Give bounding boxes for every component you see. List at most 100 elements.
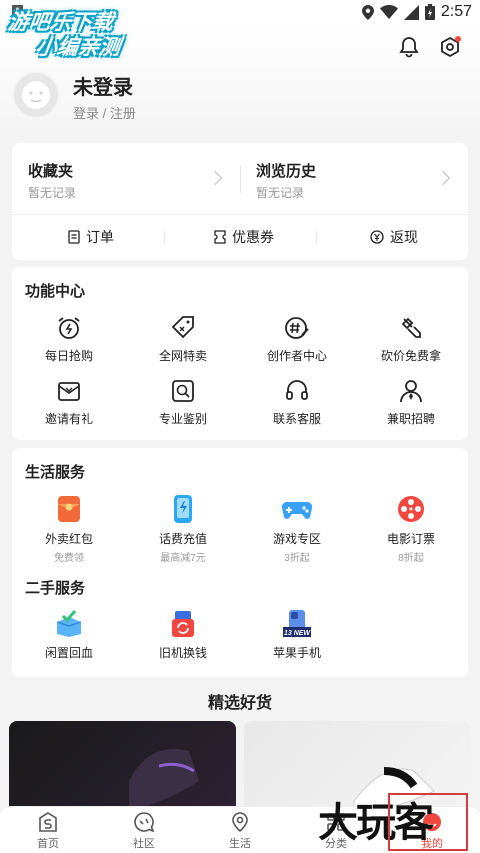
grid-item-label: 电影订票 xyxy=(386,532,435,546)
grid-item-label: 旧机换钱 xyxy=(158,646,207,660)
axe-hand-icon xyxy=(401,317,421,338)
alarm-clock-icon xyxy=(58,317,80,339)
headset-icon xyxy=(286,380,308,400)
movie-tickets[interactable]: 电影订票 8折起 xyxy=(354,494,468,564)
apple-phones[interactable]: 13 NEW 苹果手机 xyxy=(240,610,354,661)
tab-life[interactable]: 生活 xyxy=(192,811,288,851)
bargain-free[interactable]: 砍价免费拿 xyxy=(354,315,468,364)
signal-icon xyxy=(403,4,419,20)
battery-icon xyxy=(424,4,435,20)
chat-bubble-icon xyxy=(134,812,155,833)
login-status-title[interactable]: 未登录 xyxy=(73,71,133,100)
grid-item-label: 兼职招聘 xyxy=(386,412,435,426)
second-hand-title: 二手服务 xyxy=(25,580,86,597)
favorites-title: 收藏夹 xyxy=(28,163,74,180)
orders-link[interactable]: 订单 xyxy=(68,227,114,247)
magnifier-box-icon xyxy=(172,380,194,402)
favorites-sub: 暂无记录 xyxy=(28,186,77,200)
phone-swap-icon xyxy=(172,611,194,637)
tab-label: 生活 xyxy=(229,838,251,850)
grid-item-label: 苹果手机 xyxy=(272,646,321,660)
grid-item-label: 联系客服 xyxy=(272,412,321,426)
bell-icon[interactable] xyxy=(398,36,420,58)
phone-bolt-icon xyxy=(174,495,192,523)
history-title: 浏览历史 xyxy=(256,163,317,180)
grid-item-sub: 最高减7元 xyxy=(160,553,206,564)
clock: 2:57 xyxy=(440,3,472,20)
avatar[interactable] xyxy=(12,71,60,119)
tab-label: 社区 xyxy=(133,838,155,850)
iphone-icon: 13 NEW xyxy=(283,610,311,637)
user-tie-icon xyxy=(400,380,422,403)
watermark-line-1: 游吧乐下载 xyxy=(6,11,115,34)
red-packet-icon xyxy=(58,496,80,522)
grid-item-sub: 免费领 xyxy=(54,553,84,564)
contact-service[interactable]: 联系客服 xyxy=(240,378,354,427)
overlay-logo-frame xyxy=(388,793,468,851)
network-sale[interactable]: 全网特卖 xyxy=(126,315,240,364)
settings-dot-badge xyxy=(455,36,461,42)
ticket-icon xyxy=(214,230,226,244)
film-reel-icon xyxy=(398,496,424,522)
function-center-title: 功能中心 xyxy=(25,283,86,300)
daily-flash-sale[interactable]: 每日抢购 xyxy=(12,315,126,364)
part-time-jobs[interactable]: 兼职招聘 xyxy=(354,378,468,427)
coupons-label: 优惠券 xyxy=(232,229,274,245)
wifi-icon xyxy=(379,5,398,19)
pro-authentication[interactable]: 专业鉴别 xyxy=(126,378,240,427)
chevron-right-icon xyxy=(435,170,451,186)
grid-item-label: 创作者中心 xyxy=(266,349,327,363)
price-tag-icon xyxy=(171,316,194,339)
life-services-card: 生活服务 外卖红包 免费领 话费充值 最高减7元 游戏专区 3折起 电影订票 8… xyxy=(12,448,468,677)
phone-recharge[interactable]: 话费充值 最高减7元 xyxy=(126,494,240,564)
creator-center[interactable]: 创作者中心 xyxy=(240,315,354,364)
location-pin-icon xyxy=(232,812,248,833)
login-register-link[interactable]: 登录 / 注册 xyxy=(73,103,136,122)
tab-home[interactable]: 首页 xyxy=(0,811,96,851)
invite-gift[interactable]: 邀请有礼 xyxy=(12,378,126,427)
hashtag-pen-icon xyxy=(285,317,309,339)
grid-item-label: 专业鉴别 xyxy=(158,412,207,426)
settings-icon[interactable] xyxy=(439,36,461,58)
grid-item-label: 每日抢购 xyxy=(44,349,93,363)
divider xyxy=(316,231,317,245)
monkey-face-icon xyxy=(22,81,50,109)
grid-item-label: 邀请有礼 xyxy=(44,412,93,426)
grid-item-label: 外卖红包 xyxy=(44,532,93,546)
divider xyxy=(240,165,241,193)
tab-community[interactable]: 社区 xyxy=(96,811,192,851)
watermark-line-2: 小编亲测 xyxy=(34,36,122,59)
grid-item-label: 全网特卖 xyxy=(158,349,207,363)
cashback-label: 返现 xyxy=(390,229,418,245)
divider xyxy=(164,231,165,245)
collections-card: 收藏夹 暂无记录 浏览历史 暂无记录 订单 优惠券 返现 xyxy=(12,143,468,260)
coupons-link[interactable]: 优惠券 xyxy=(214,227,274,247)
grid-item-sub: 3折起 xyxy=(284,553,310,564)
home-s-icon xyxy=(39,812,57,832)
life-services-title: 生活服务 xyxy=(25,464,86,481)
chevron-right-icon xyxy=(207,170,223,186)
location-icon xyxy=(361,4,374,20)
idle-resale[interactable]: 闲置回血 xyxy=(12,610,126,661)
gamepad-icon xyxy=(281,501,313,519)
yuan-coin-icon xyxy=(370,230,384,244)
history-sub: 暂无记录 xyxy=(256,186,305,200)
games-zone[interactable]: 游戏专区 3折起 xyxy=(240,494,354,564)
cashback-link[interactable]: 返现 xyxy=(370,227,418,247)
function-center-card: 功能中心 每日抢购 全网特卖 创作者中心 砍价免费拿 邀请有礼 专业鉴别 联系客… xyxy=(12,267,468,440)
grid-item-label: 话费充值 xyxy=(158,532,207,546)
envelope-gift-icon xyxy=(58,382,80,401)
tab-label: 首页 xyxy=(37,838,59,850)
iphone-badge: 13 NEW xyxy=(284,630,311,637)
grid-item-label: 游戏专区 xyxy=(272,532,321,546)
orders-label: 订单 xyxy=(86,229,114,245)
grid-item-sub: 8折起 xyxy=(398,553,424,564)
box-check-icon xyxy=(56,610,82,637)
old-phone-trade[interactable]: 旧机换钱 xyxy=(126,610,240,661)
grid-item-label: 砍价免费拿 xyxy=(380,349,441,363)
takeout-red-packet[interactable]: 外卖红包 免费领 xyxy=(12,494,126,564)
grid-item-label: 闲置回血 xyxy=(44,646,93,660)
featured-title: 精选好货 xyxy=(207,695,272,712)
divider xyxy=(12,214,468,215)
receipt-icon xyxy=(68,230,80,244)
